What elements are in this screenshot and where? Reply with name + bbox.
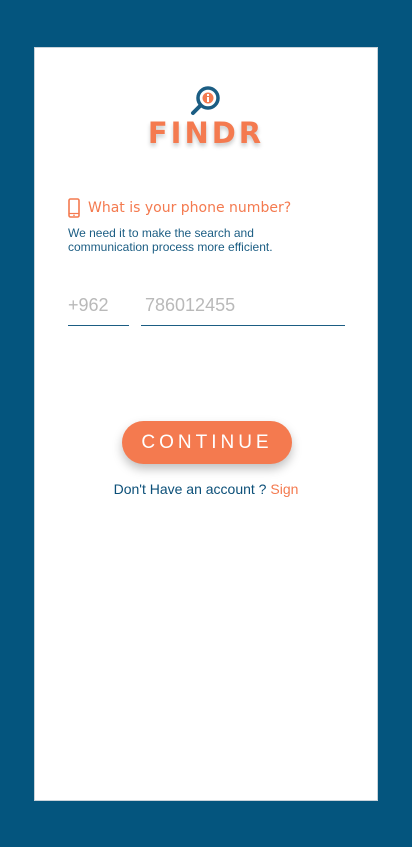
phone-help-text: We need it to make the search and commun… — [68, 226, 273, 254]
sign-link[interactable]: Sign — [270, 481, 298, 497]
continue-button[interactable]: CONTINUE — [122, 421, 292, 464]
phone-question: What is your phone number? — [88, 200, 292, 216]
login-card: FINDR What is your phone number? We need… — [34, 47, 378, 801]
country-code-input[interactable] — [68, 286, 129, 326]
app-logo: FINDR — [35, 84, 377, 150]
search-magnifier-icon — [191, 86, 220, 115]
phone-number-input[interactable] — [141, 286, 345, 326]
mobile-phone-icon — [68, 198, 80, 218]
phone-question-row: What is your phone number? — [68, 198, 291, 218]
signup-row: Don't Have an account ? Sign — [35, 481, 377, 497]
account-prompt: Don't Have an account ? — [113, 481, 267, 497]
app-name: FINDR — [147, 116, 265, 150]
